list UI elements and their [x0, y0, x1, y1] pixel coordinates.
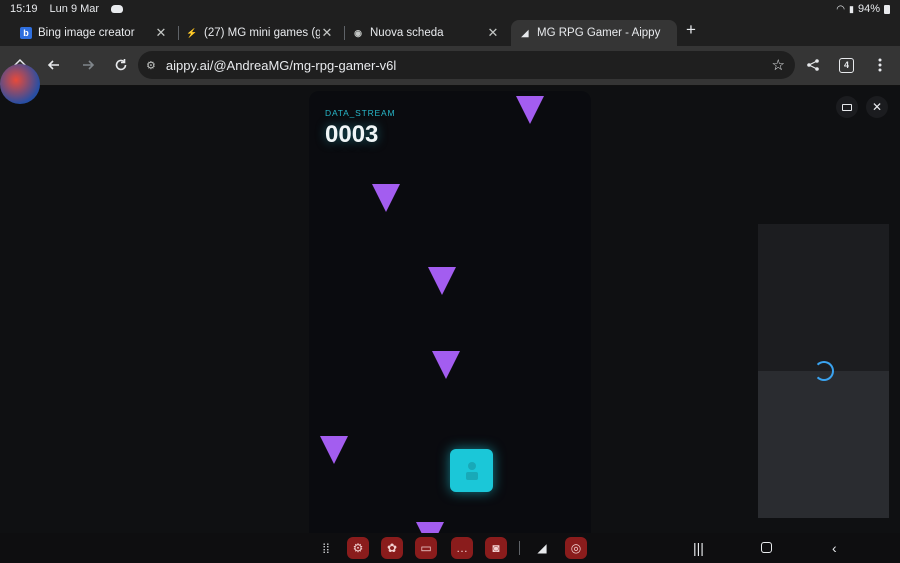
side-panel-top [758, 224, 889, 371]
instagram-app-icon[interactable]: ◎ [565, 537, 587, 559]
close-icon[interactable]: ✕ [866, 96, 888, 118]
close-icon[interactable]: ✕ [154, 25, 168, 41]
gallery-app-icon[interactable]: ✿ [381, 537, 403, 559]
enemy-triangle [320, 436, 348, 464]
hud-label: DATA_STREAM [325, 108, 396, 118]
player-ship[interactable] [450, 449, 493, 492]
battery-icon [884, 4, 890, 14]
close-icon[interactable]: ✕ [320, 25, 334, 41]
status-date: Lun 9 Mar [49, 3, 100, 15]
signal-icon: ▮ [849, 3, 854, 14]
side-panel-bottom [758, 371, 889, 518]
share-icon[interactable] [802, 54, 824, 76]
url-text[interactable]: aippy.ai/@AndreaMG/mg-rpg-gamer-v6l [166, 58, 396, 73]
chrome-favicon-icon: ◉ [354, 27, 362, 38]
wifi-icon: ◠ [836, 3, 846, 15]
messages-app-icon[interactable]: … [451, 537, 473, 559]
bing-favicon-icon: b [20, 27, 32, 39]
forward-arrow-icon[interactable] [77, 54, 99, 76]
tab-strip: b Bing image creator ✕ ⚡ (27) MG mini ga… [0, 18, 900, 46]
tab-mg-rpg-gamer[interactable]: ◢ MG RPG Gamer - Aippy [511, 20, 677, 46]
recents-icon[interactable]: ||| [693, 540, 704, 556]
enemy-triangle [428, 267, 456, 295]
enemy-triangle [416, 522, 444, 533]
browser-toolbar: ⚙ aippy.ai/@AndreaMG/mg-rpg-gamer-v6l ☆ … [0, 46, 900, 86]
files-app-icon[interactable]: ▭ [415, 537, 437, 559]
lightning-favicon-icon: ⚡ [186, 27, 198, 38]
aippy-favicon-icon: ◢ [521, 27, 529, 38]
tab-bing[interactable]: b Bing image creator ✕ [12, 20, 176, 46]
avatar[interactable] [0, 64, 40, 104]
dock-divider [519, 541, 520, 555]
home-button-icon[interactable] [761, 540, 772, 556]
more-vert-icon[interactable] [869, 54, 891, 76]
close-icon[interactable]: ✕ [486, 25, 500, 41]
camera-app-icon[interactable]: ◙ [485, 537, 507, 559]
side-panel [758, 224, 889, 518]
new-tab-plus-icon[interactable]: + [682, 20, 700, 40]
tab-nuova-scheda[interactable]: ◉ Nuova scheda ✕ [344, 20, 508, 46]
tab-title: MG RPG Gamer - Aippy [537, 27, 661, 39]
settings-app-icon[interactable]: ⚙ [347, 537, 369, 559]
app-drawer-icon[interactable]: ⁞⁞ [315, 537, 337, 559]
tune-icon[interactable]: ⚙ [146, 59, 156, 72]
fullscreen-icon[interactable] [836, 96, 858, 118]
tab-mg-mini-games[interactable]: ⚡ (27) MG mini games (gde ✕ [178, 20, 342, 46]
loading-spinner-icon [814, 361, 834, 381]
tab-switcher-button[interactable]: 4 [839, 58, 854, 73]
tab-title: (27) MG mini games (gde [204, 27, 320, 39]
enemy-triangle [372, 184, 400, 212]
address-bar[interactable]: ⚙ aippy.ai/@AndreaMG/mg-rpg-gamer-v6l ☆ [138, 51, 795, 79]
score-counter: 0003 [325, 121, 379, 148]
tab-title: Bing image creator [38, 27, 135, 39]
discord-icon [111, 5, 124, 13]
status-time: 15:19 [10, 3, 38, 15]
status-bar: 15:19 Lun 9 Mar ◠ ▮ 94% [0, 0, 900, 18]
battery-level: 94% [857, 3, 880, 15]
back-icon[interactable]: ‹ [832, 540, 837, 556]
game-canvas[interactable]: DATA_STREAM 0003 [309, 91, 591, 533]
player-figure-icon [465, 461, 478, 480]
enemy-triangle [516, 96, 544, 124]
system-nav-bar: ⁞⁞ ⚙ ✿ ▭ … ◙ ◢ ◎ ||| ‹ [0, 533, 900, 563]
reload-icon[interactable] [110, 54, 132, 76]
star-icon[interactable]: ☆ [772, 56, 785, 74]
back-arrow-icon[interactable] [43, 54, 65, 76]
tab-title: Nuova scheda [370, 27, 444, 39]
aippy-app-icon[interactable]: ◢ [531, 537, 553, 559]
enemy-triangle [432, 351, 460, 379]
